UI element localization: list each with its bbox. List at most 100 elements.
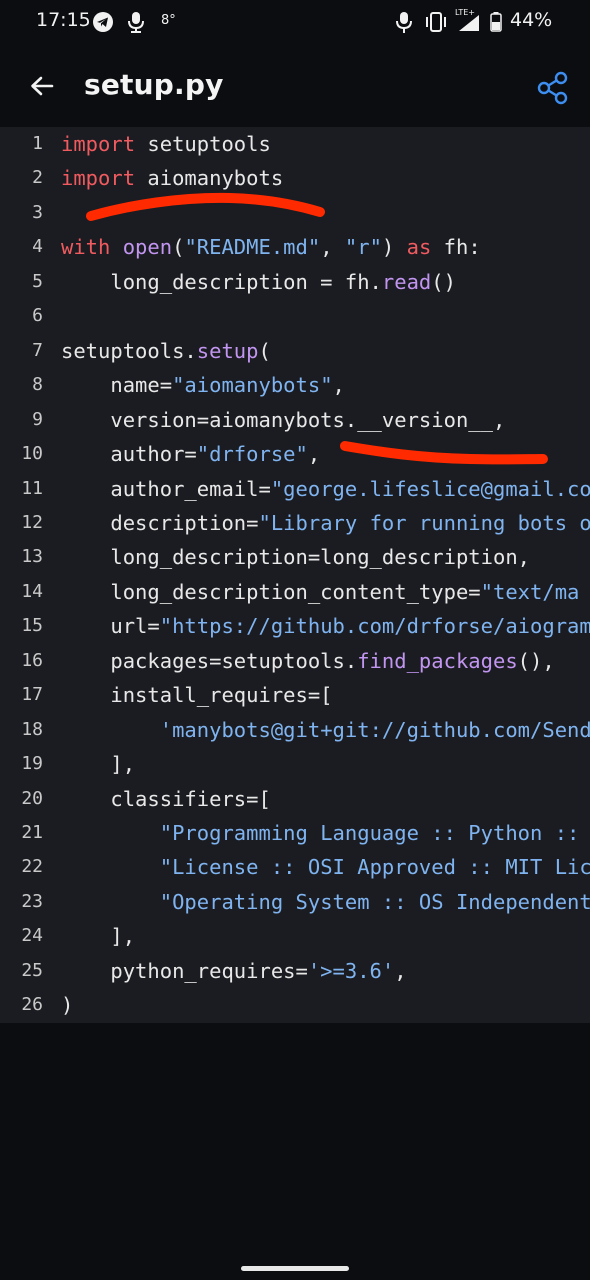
code-viewer[interactable]: 1 import setuptools 2 import aiomanybots 3 4 w…: [0, 127, 590, 1023]
page-title: setup.py: [84, 68, 224, 101]
line-code: name="aiomanybots",: [61, 368, 345, 402]
code-line: 25 python_requires='>=3.6',: [0, 954, 590, 988]
code-token: long_description_content_type=: [61, 579, 481, 604]
vibrate-icon: [424, 11, 448, 37]
line-number: 6: [32, 305, 43, 327]
line-number: 18: [21, 718, 43, 740]
code-token: "Library for running bots o: [258, 510, 590, 535]
code-line: 11 author_email="george.lifeslice@gmail.…: [0, 472, 590, 506]
code-line: 10 author="drforse",: [0, 437, 590, 471]
code-token: as: [406, 235, 432, 260]
code-token: with: [61, 235, 111, 260]
code-token: install_requires=[: [61, 683, 333, 708]
line-number: 20: [21, 787, 43, 809]
code-token: "https://github.com/drforse/aiogram: [159, 614, 590, 639]
code-token: setuptools.: [61, 338, 197, 363]
line-number: 17: [21, 684, 43, 706]
telegram-icon: [92, 11, 114, 37]
code-token: packages=setuptools.: [61, 648, 358, 673]
code-token: "README.md": [184, 235, 321, 260]
code-token: import: [61, 166, 136, 191]
code-token: (: [258, 338, 271, 363]
code-token: "george.lifeslice@gmail.co: [270, 476, 590, 501]
line-code: long_description = fh.read(): [61, 265, 456, 299]
line-code: long_description=long_description,: [61, 540, 530, 574]
code-token: ,: [394, 958, 407, 983]
code-token: setup: [196, 338, 259, 363]
code-line: 17 install_requires=[: [0, 678, 590, 712]
line-number: 22: [21, 856, 43, 878]
code-token: (: [172, 235, 185, 260]
temperature: 8°: [161, 13, 176, 28]
code-line: 12 description="Library for running bots…: [0, 506, 590, 540]
line-number: 15: [21, 615, 43, 637]
code-token: author_email=: [61, 476, 271, 501]
code-line: 21 "Programming Language :: Python ::: [0, 816, 590, 850]
code-token: url=: [61, 614, 160, 639]
code-line: 18 'manybots@git+git://github.com/Send: [0, 713, 590, 747]
line-code: import setuptools: [61, 127, 271, 161]
line-number: 5: [32, 270, 43, 292]
code-line: 23 "Operating System :: OS Independent: [0, 885, 590, 919]
code-line: 16 packages=setuptools.find_packages(),: [0, 644, 590, 678]
code-token: ],: [61, 924, 136, 949]
code-token: name=: [61, 373, 173, 398]
status-bar: 17:15 8° LTE+ 44%: [0, 0, 590, 48]
code-token: description=: [61, 510, 259, 535]
code-token: '>=3.6': [307, 958, 395, 983]
line-code: author_email="george.lifeslice@gmail.co: [61, 472, 590, 506]
code-token: (),: [517, 648, 555, 673]
line-code: python_requires='>=3.6',: [61, 954, 407, 988]
code-token: python_requires=: [61, 958, 308, 983]
line-code: url="https://github.com/drforse/aiogram: [61, 609, 590, 643]
signal-icon: [458, 14, 480, 36]
line-code: install_requires=[: [61, 678, 333, 712]
line-code: ],: [61, 747, 135, 781]
share-button[interactable]: [532, 68, 574, 110]
code-token: "License :: OSI Approved :: MIT Lic: [159, 855, 590, 880]
line-code: description="Library for running bots o: [61, 506, 590, 540]
code-token: fh:: [431, 235, 481, 260]
back-button[interactable]: [22, 68, 62, 108]
code-token: setuptools: [135, 132, 271, 156]
line-number: 3: [32, 201, 43, 223]
line-number: 1: [32, 133, 43, 154]
code-line: 22 "License :: OSI Approved :: MIT Lic: [0, 850, 590, 884]
line-number: 19: [21, 753, 43, 775]
line-number: 23: [21, 890, 43, 912]
code-token: aiomanybots: [135, 166, 284, 191]
line-number: 21: [21, 822, 43, 843]
home-indicator[interactable]: [241, 1266, 349, 1271]
code-line: 20 classifiers=[: [0, 782, 590, 816]
code-line: 9 version=aiomanybots.__version__,: [0, 403, 590, 437]
code-token: "text/ma: [480, 579, 580, 604]
mic-icon: [396, 10, 412, 38]
line-code: version=aiomanybots.__version__,: [61, 403, 505, 437]
code-token: find_packages: [357, 648, 518, 673]
code-line: 14 long_description_content_type="text/m…: [0, 575, 590, 609]
battery-icon: [490, 12, 502, 36]
code-line: 7 setuptools.setup(: [0, 334, 590, 368]
line-code: setuptools.setup(: [61, 334, 271, 368]
code-token: (): [431, 269, 456, 294]
code-line: 2 import aiomanybots: [0, 161, 590, 195]
microphone-icon: [126, 10, 146, 38]
code-token: author=: [61, 442, 197, 467]
line-number: 11: [21, 477, 43, 499]
battery-percent: 44%: [510, 9, 553, 31]
code-line: 24 ],: [0, 919, 590, 953]
code-token: read: [381, 269, 432, 294]
arrow-left-icon: [31, 76, 54, 96]
app-bar: setup.py: [0, 48, 590, 128]
code-token: open: [122, 235, 173, 260]
code-line: 5 long_description = fh.read(): [0, 265, 590, 299]
code-token: 'manybots@git+git://github.com/Send: [159, 717, 590, 742]
share-icon: [537, 71, 568, 105]
code-token: "Operating System :: OS Independent: [159, 889, 590, 914]
code-line: 1 import setuptools: [0, 127, 590, 161]
line-code: classifiers=[: [61, 782, 270, 816]
